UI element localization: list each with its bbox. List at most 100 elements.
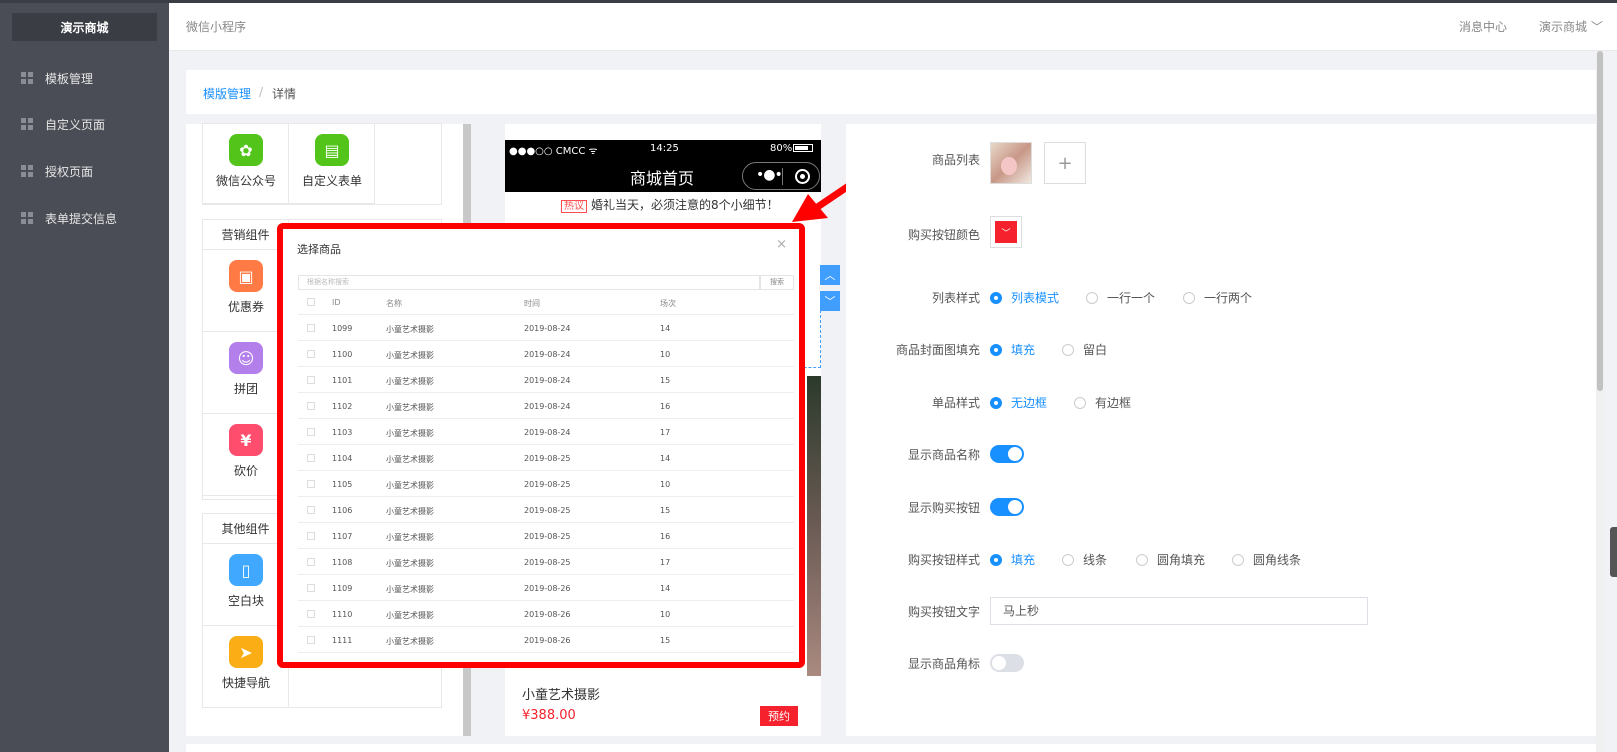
table-row[interactable]: 1099 小童艺术摄影 2019-08-24 14 <box>298 315 794 341</box>
table-row[interactable]: 1109 小童艺术摄影 2019-08-26 14 <box>298 575 794 601</box>
side-handle[interactable] <box>1610 527 1617 577</box>
option-label: 一行两个 <box>1204 291 1253 305</box>
search-button[interactable]: 搜索 <box>760 275 794 290</box>
product-search-input[interactable]: 根据名称搜索 <box>298 275 760 290</box>
row-checkbox[interactable] <box>307 610 315 618</box>
row-checkbox[interactable] <box>307 532 315 540</box>
phone-time: 14:25 <box>650 143 679 154</box>
cell-sessions: 17 <box>660 558 671 567</box>
move-down-button[interactable]: ﹀ <box>820 291 840 311</box>
item-style-border[interactable]: 有边框 <box>1074 394 1131 411</box>
form-icon: ▤ <box>315 134 349 166</box>
capsule-divider <box>782 168 783 185</box>
show-buy-toggle[interactable] <box>990 498 1024 516</box>
list-style-two-per-row[interactable]: 一行两个 <box>1183 289 1252 306</box>
row-checkbox[interactable] <box>307 584 315 592</box>
battery-icon <box>793 144 813 152</box>
show-name-toggle[interactable] <box>990 445 1024 463</box>
buy-text-input[interactable]: 马上秒 <box>990 597 1368 625</box>
table-row[interactable]: 1110 小童艺术摄影 2019-08-26 10 <box>298 601 794 627</box>
cover-fill-blank[interactable]: 留白 <box>1062 341 1107 358</box>
bargain-icon: ¥ <box>229 424 263 456</box>
cell-sessions: 10 <box>660 480 671 489</box>
buy-style-outline[interactable]: 线条 <box>1062 551 1107 568</box>
buy-style-rounded-outline[interactable]: 圆角线条 <box>1232 551 1301 568</box>
column-header-sessions: 场次 <box>660 299 676 308</box>
cell-sessions: 14 <box>660 454 671 463</box>
cell-sessions: 15 <box>660 636 671 645</box>
cell-name: 小童艺术摄影 <box>386 585 434 594</box>
item-style-no-border[interactable]: 无边框 <box>990 394 1047 411</box>
breadcrumb-templates-link[interactable]: 模版管理 <box>203 85 251 102</box>
table-row[interactable]: 1102 小童艺术摄影 2019-08-24 16 <box>298 393 794 419</box>
cell-time: 2019-08-24 <box>524 402 571 411</box>
sidebar-item-templates[interactable]: 模板管理 <box>0 63 169 93</box>
sidebar-item-auth-pages[interactable]: 授权页面 <box>0 156 169 186</box>
row-checkbox[interactable] <box>307 480 315 488</box>
cell-name: 小童艺术摄影 <box>386 611 434 620</box>
table-row[interactable]: 1107 小童艺术摄影 2019-08-25 16 <box>298 523 794 549</box>
row-checkbox[interactable] <box>307 428 315 436</box>
option-label: 圆角填充 <box>1157 553 1206 567</box>
component-wechat-official[interactable]: ✿ 微信公众号 <box>203 124 289 204</box>
row-checkbox[interactable] <box>307 402 315 410</box>
main-scrollbar[interactable] <box>1596 51 1604 752</box>
message-center-link[interactable]: 消息中心 <box>1459 18 1507 35</box>
sidebar-item-form-submissions[interactable]: 表单提交信息 <box>0 203 169 233</box>
component-label: 自定义表单 <box>301 174 362 188</box>
settings-panel <box>846 124 1596 736</box>
cell-time: 2019-08-25 <box>524 480 571 489</box>
cover-fill-fill[interactable]: 填充 <box>990 341 1035 358</box>
show-corner-toggle[interactable] <box>990 654 1024 672</box>
cell-time: 2019-08-25 <box>524 454 571 463</box>
cell-id: 1109 <box>332 584 353 593</box>
buy-style-rounded-fill[interactable]: 圆角填充 <box>1136 551 1205 568</box>
cell-id: 1106 <box>332 506 353 515</box>
row-checkbox[interactable] <box>307 558 315 566</box>
brand-logo[interactable]: 演示商城 <box>12 13 157 41</box>
row-checkbox[interactable] <box>307 506 315 514</box>
table-row[interactable]: 1108 小童艺术摄影 2019-08-25 17 <box>298 549 794 575</box>
row-checkbox[interactable] <box>307 636 315 644</box>
shop-dropdown[interactable]: 演示商城 ﹀ <box>1539 18 1603 35</box>
top-header: 微信小程序 消息中心 演示商城 ﹀ <box>169 3 1617 51</box>
book-button[interactable]: 预约 <box>760 706 798 726</box>
cell-name: 小童艺术摄影 <box>386 507 434 516</box>
option-label: 圆角线条 <box>1253 553 1302 567</box>
row-checkbox[interactable] <box>307 376 315 384</box>
grid-icon <box>21 118 33 130</box>
buy-color-picker[interactable]: ﹀ <box>990 216 1022 248</box>
cell-sessions: 14 <box>660 584 671 593</box>
cell-id: 1104 <box>332 454 353 463</box>
column-header-name: 名称 <box>386 299 402 308</box>
add-product-button[interactable]: + <box>1044 142 1086 184</box>
table-row[interactable]: 1101 小童艺术摄影 2019-08-24 15 <box>298 367 794 393</box>
buy-style-fill[interactable]: 填充 <box>990 551 1035 568</box>
cell-sessions: 16 <box>660 402 671 411</box>
component-custom-form[interactable]: ▤ 自定义表单 <box>289 124 375 204</box>
close-icon[interactable]: × <box>776 237 787 252</box>
product-price: ¥388.00 <box>522 708 576 723</box>
table-row[interactable]: 1105 小童艺术摄影 2019-08-25 10 <box>298 471 794 497</box>
table-row[interactable]: 1103 小童艺术摄影 2019-08-24 17 <box>298 419 794 445</box>
select-all-checkbox[interactable] <box>307 298 315 306</box>
row-checkbox[interactable] <box>307 350 315 358</box>
table-row[interactable]: 1106 小童艺术摄影 2019-08-25 15 <box>298 497 794 523</box>
list-style-one-per-row[interactable]: 一行一个 <box>1086 289 1155 306</box>
grid-icon <box>21 72 33 84</box>
row-checkbox[interactable] <box>307 454 315 462</box>
product-thumbnail[interactable] <box>990 142 1032 184</box>
table-header-row: ID 名称 时间 场次 <box>298 289 794 315</box>
row-checkbox[interactable] <box>307 324 315 332</box>
cell-name: 小童艺术摄影 <box>386 325 434 334</box>
move-up-button[interactable]: ︿ <box>820 265 840 285</box>
sidebar-item-label: 模板管理 <box>45 71 94 86</box>
table-row[interactable]: 1100 小童艺术摄影 2019-08-24 10 <box>298 341 794 367</box>
list-style-list-mode[interactable]: 列表模式 <box>990 289 1059 306</box>
cell-sessions: 17 <box>660 428 671 437</box>
table-row[interactable]: 1104 小童艺术摄影 2019-08-25 14 <box>298 445 794 471</box>
sidebar-item-custom-pages[interactable]: 自定义页面 <box>0 109 169 139</box>
cell-name: 小童艺术摄影 <box>386 429 434 438</box>
table-row[interactable]: 1111 小童艺术摄影 2019-08-26 15 <box>298 627 794 653</box>
breadcrumb-current: 详情 <box>272 87 297 101</box>
